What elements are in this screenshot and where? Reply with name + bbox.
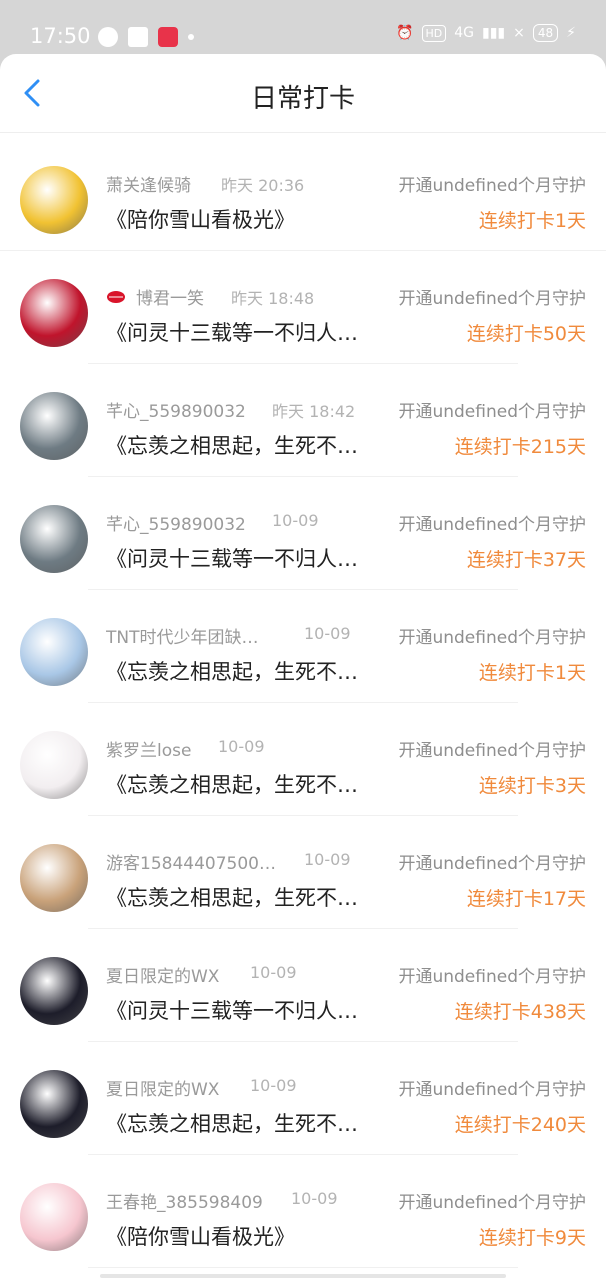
avatar[interactable] [20,957,88,1025]
list-item[interactable]: 王春艳_385598409 10-09 开通undefined个月守护《陪你雪山看极… [0,1155,606,1268]
guard-status: 开通undefined个月守护 [398,515,586,535]
user-name[interactable]: 萧关逢候骑 [106,171,191,196]
list-item[interactable]: 紫罗兰lose 10-09 开通undefined个月守护《忘羡之相思起，生死不… 连… [0,703,606,816]
guard-status: 开通undefined个月守护 [398,854,586,874]
wifi-off-icon: × [513,25,525,41]
avatar[interactable] [20,1183,88,1251]
news-notification-icon [128,27,148,47]
user-name[interactable]: 芊心_559890032 [106,510,246,535]
avatar[interactable] [20,1070,88,1138]
checkin-streak: 连续打卡1天 [478,662,586,684]
book-title[interactable]: 《忘羡之相思起，生死不… [106,769,358,799]
hd-badge: HD [421,24,447,42]
guard-status: 开通undefined个月守护 [398,741,586,761]
book-title[interactable]: 《忘羡之相思起，生死不… [106,882,358,912]
guard-status: 开通undefined个月守护 [398,176,586,196]
checkin-time: 昨天 18:42 [272,402,356,421]
avatar[interactable] [20,166,88,234]
checkin-time: 10-09 [304,850,351,869]
book-title[interactable]: 《忘羡之相思起，生死不… [106,1108,358,1138]
checkin-streak: 连续打卡17天 [466,888,586,910]
signal-icon: ▮▮▮ [482,25,506,41]
checkin-time: 昨天 18:48 [231,289,315,308]
page-header: 日常打卡 [0,54,606,133]
book-title[interactable]: 《问灵十三载等一不归人… [106,543,358,573]
list-item[interactable]: 游客15844407500… 10-09 开通undefined个月守护《忘羡之相思… [0,816,606,929]
book-title[interactable]: 《问灵十三载等一不归人… [106,317,358,347]
checkin-streak: 连续打卡50天 [466,323,586,345]
guard-status: 开通undefined个月守护 [398,628,586,648]
user-name[interactable]: 紫罗兰lose [106,736,191,761]
checkin-time: 10-09 [291,1189,338,1208]
avatar[interactable] [20,618,88,686]
shopping-notification-icon [158,27,178,47]
guard-status: 开通undefined个月守护 [398,967,586,987]
checkin-time: 10-09 [218,737,265,756]
app-notification-icon [98,27,118,47]
row-divider [88,1267,518,1268]
more-notifications-dot [188,34,194,40]
checkin-time: 10-09 [250,963,297,982]
checkin-streak: 连续打卡240天 [454,1114,586,1136]
avatar[interactable] [20,505,88,573]
checkin-time: 10-09 [250,1076,297,1095]
checkin-streak: 连续打卡9天 [478,1227,586,1249]
list-item[interactable]: 萧关逢候骑 昨天 20:36 开通undefined个月守护《陪你雪山看极光》 连续打… [0,138,606,251]
avatar[interactable] [20,844,88,912]
avatar[interactable] [20,731,88,799]
list-item[interactable]: 博君一笑 昨天 18:48 开通undefined个月守护《问灵十三载等一不归人… 连… [0,251,606,364]
checkin-streak: 连续打卡438天 [454,1001,586,1023]
alarm-icon: ⏰ [396,25,414,41]
list-item[interactable]: 芊心_559890032 昨天 18:42 开通undefined个月守护《忘羡之相… [0,364,606,477]
guard-status: 开通undefined个月守护 [398,1080,586,1100]
guard-status: 开通undefined个月守护 [398,289,586,309]
checkin-time: 10-09 [272,511,319,530]
network-label: 4G [454,25,475,41]
avatar[interactable] [20,279,88,347]
checkin-streak: 连续打卡37天 [466,549,586,571]
user-name[interactable]: 博君一笑 [136,284,204,309]
checkin-streak: 连续打卡215天 [454,436,586,458]
list-item[interactable]: TNT时代少年团缺… 10-09 开通undefined个月守护《忘羡之相思起，生死… [0,590,606,703]
home-indicator [100,1274,506,1278]
checkin-streak: 连续打卡1天 [478,210,586,232]
book-title[interactable]: 《问灵十三载等一不归人… [106,995,358,1025]
list-item[interactable]: 夏日限定的WX 10-09 开通undefined个月守护《问灵十三载等一不归人… 连… [0,929,606,1042]
lips-icon [107,291,125,303]
user-name[interactable]: TNT时代少年团缺… [106,623,259,648]
status-time: 17:50 [30,24,91,48]
user-name[interactable]: 游客15844407500… [106,849,276,874]
user-name[interactable]: 王春艳_385598409 [106,1188,263,1213]
list-item[interactable]: 夏日限定的WX 10-09 开通undefined个月守护《忘羡之相思起，生死不… 连… [0,1042,606,1155]
checkin-streak: 连续打卡3天 [478,775,586,797]
user-name[interactable]: 夏日限定的WX [106,962,219,987]
page-title: 日常打卡 [250,84,355,114]
checkin-time: 10-09 [304,624,351,643]
guard-status: 开通undefined个月守护 [398,402,586,422]
status-right-group: ⏰ HD 4G ▮▮▮ × 48 ⚡ [396,24,576,42]
user-name[interactable]: 芊心_559890032 [106,397,246,422]
book-title[interactable]: 《陪你雪山看极光》 [106,204,295,234]
user-name[interactable]: 夏日限定的WX [106,1075,219,1100]
book-title[interactable]: 《陪你雪山看极光》 [106,1221,295,1251]
avatar[interactable] [20,392,88,460]
book-title[interactable]: 《忘羡之相思起，生死不… [106,430,358,460]
battery-level: 48 [532,24,559,42]
book-title[interactable]: 《忘羡之相思起，生死不… [106,656,358,686]
charging-icon: ⚡ [566,25,576,41]
checkin-list: 萧关逢候骑 昨天 20:36 开通undefined个月守护 《陪你雪山看极光》 连续打… [0,138,606,1268]
checkin-time: 昨天 20:36 [221,176,305,195]
list-item[interactable]: 芊心_559890032 10-09 开通undefined个月守护《问灵十三载等一… [0,477,606,590]
guard-status: 开通undefined个月守护 [398,1193,586,1213]
